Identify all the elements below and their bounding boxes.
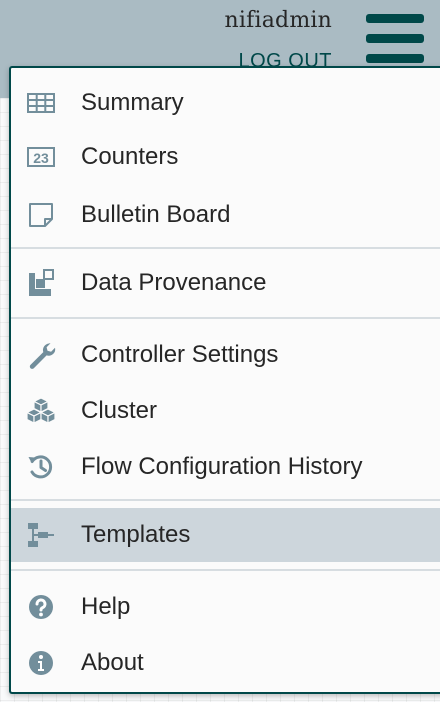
- counter-icon: 23: [25, 143, 57, 171]
- menu-divider: [11, 499, 440, 501]
- template-icon: [25, 521, 57, 549]
- menu-item-label: Templates: [81, 521, 191, 548]
- menu-item-label: Data Provenance: [81, 269, 267, 296]
- menu-item-bulletin-board[interactable]: Bulletin Board: [11, 192, 440, 238]
- svg-text:23: 23: [33, 150, 49, 166]
- hamburger-bar: [366, 14, 424, 23]
- menu-item-flow-configuration-history[interactable]: Flow Configuration History: [11, 444, 440, 490]
- menu-item-label: Bulletin Board: [81, 201, 231, 228]
- menu-item-label: Controller Settings: [81, 341, 279, 368]
- menu-item-controller-settings[interactable]: Controller Settings: [11, 332, 440, 378]
- menu-item-summary[interactable]: Summary: [11, 80, 440, 126]
- sticky-note-icon: [25, 201, 57, 229]
- provenance-icon: [25, 269, 57, 297]
- history-icon: [25, 453, 57, 481]
- hamburger-bar: [366, 54, 424, 63]
- hamburger-bar: [366, 34, 424, 43]
- current-user: nifiadmin: [224, 8, 332, 33]
- menu-item-label: Flow Configuration History: [81, 453, 363, 480]
- menu-item-label: Summary: [81, 89, 184, 116]
- menu-divider: [11, 569, 440, 571]
- menu-divider: [11, 247, 440, 249]
- menu-item-data-provenance[interactable]: Data Provenance: [11, 260, 440, 306]
- menu-item-counters[interactable]: 23 Counters: [11, 134, 440, 180]
- menu-divider: [11, 317, 440, 319]
- menu-item-templates[interactable]: Templates: [11, 508, 440, 562]
- global-menu-button[interactable]: [366, 14, 424, 64]
- menu-item-label: About: [81, 649, 144, 676]
- menu-item-about[interactable]: About: [11, 640, 440, 686]
- question-circle-icon: [25, 593, 57, 621]
- wrench-icon: [25, 341, 57, 369]
- global-menu: Summary 23 Counters Bulletin Board Data …: [9, 66, 440, 694]
- info-circle-icon: [25, 649, 57, 677]
- menu-item-cluster[interactable]: Cluster: [11, 388, 440, 434]
- menu-item-label: Cluster: [81, 397, 158, 424]
- menu-item-label: Help: [81, 593, 131, 620]
- menu-item-label: Counters: [81, 143, 179, 170]
- cubes-icon: [25, 397, 57, 425]
- menu-item-help[interactable]: Help: [11, 584, 440, 630]
- table-icon: [25, 89, 57, 117]
